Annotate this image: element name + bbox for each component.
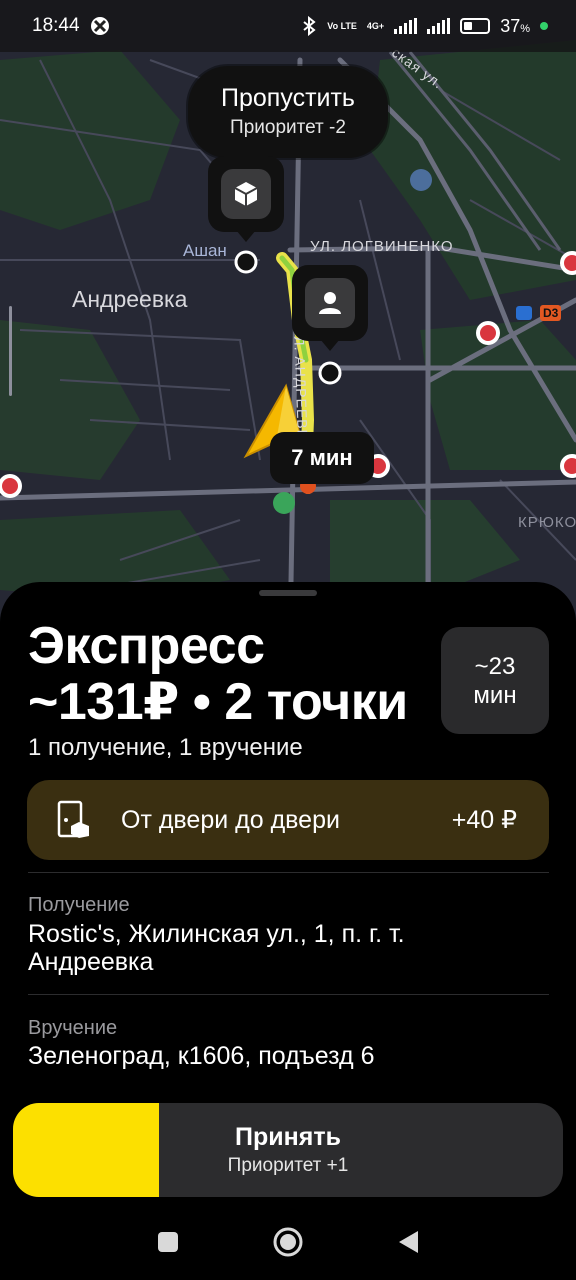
pickup-address: Rostic's, Жилинская ул., 1, п. г. т. Анд… [28,920,405,976]
system-nav-bar [0,1204,576,1280]
divider [28,872,549,873]
map-scroll-indicator [9,306,12,396]
map-view[interactable]: Андреевка Ашан ул. Логвиненко ул. Андрее… [0,0,576,640]
skip-title: Пропустить [221,84,355,112]
volte-label: Vo LTE [327,20,357,31]
estimated-time-value: ~23 [474,652,516,680]
skip-subtitle: Приоритет -2 [230,117,346,138]
estimated-time-unit: мин [473,681,517,709]
accept-label: Принять [235,1123,341,1151]
sheet-drag-handle[interactable] [259,590,317,596]
map-label-street-logvinenko: ул. Логвиненко [310,238,454,255]
order-title-line1: Экспресс [28,617,265,675]
accept-subtitle: Приоритет +1 [227,1155,349,1176]
map-label-locality: Андреевка [72,286,188,312]
signal-strength-icon [394,18,418,34]
road-badge: D3 [540,305,562,321]
battery-icon [460,18,491,34]
order-sheet[interactable]: Экспресс ~131₽ • 2 точки ~23 мин 1 получ… [0,582,576,1280]
delivery-caption: Вручение [28,1017,118,1039]
door-option-label: От двери до двери [121,805,340,834]
order-summary: 1 получение, 1 вручение [28,734,303,761]
bluetooth-icon [303,16,316,36]
square-icon[interactable] [156,1230,180,1254]
delivery-pin[interactable] [292,265,368,341]
delivery-pin-tail [320,339,340,351]
map-label-store: Ашан [183,241,227,260]
signal-strength-icon [427,18,451,34]
order-title: Экспресс ~131₽ • 2 точки [28,618,428,730]
skip-bubble[interactable]: Пропустить Приоритет -2 [188,66,388,158]
door-to-door-option[interactable]: От двери до двери +40 ₽ [27,780,549,860]
estimated-time-box: ~23 мин [441,627,549,734]
status-bar: 18:44 Vo LTE 4G+ 37% [0,0,576,52]
pickup-pin[interactable] [208,156,284,232]
back-triangle-icon[interactable] [396,1229,420,1255]
accept-button[interactable]: Принять Приоритет +1 [13,1103,563,1197]
order-title-line2: ~131₽ • 2 точки [28,673,408,731]
battery-unit: % [520,22,530,35]
eta-badge: 7 мин [270,432,374,484]
network-type: 4G+ [366,20,385,31]
privacy-indicator [540,22,548,30]
divider [28,994,549,995]
pickup-caption: Получение [28,894,130,916]
door-icon [57,800,89,838]
battery-percent: 37 [500,15,521,36]
screen: Андреевка Ашан ул. Логвиненко ул. Андрее… [0,0,576,1280]
fuel-station-icon [410,169,432,191]
home-circle-icon[interactable] [272,1226,304,1258]
train-icon [516,306,532,320]
fuel-station-icon [273,492,295,514]
app-notification-icon [90,17,109,35]
door-option-price: +40 ₽ [451,806,517,834]
package-icon [221,169,271,219]
delivery-address: Зеленоград, к1606, подъезд 6 [28,1042,375,1070]
person-icon [305,278,355,328]
map-label-district: Крюко [518,514,576,531]
pickup-pin-tail [236,230,256,242]
clock: 18:44 [32,15,80,36]
